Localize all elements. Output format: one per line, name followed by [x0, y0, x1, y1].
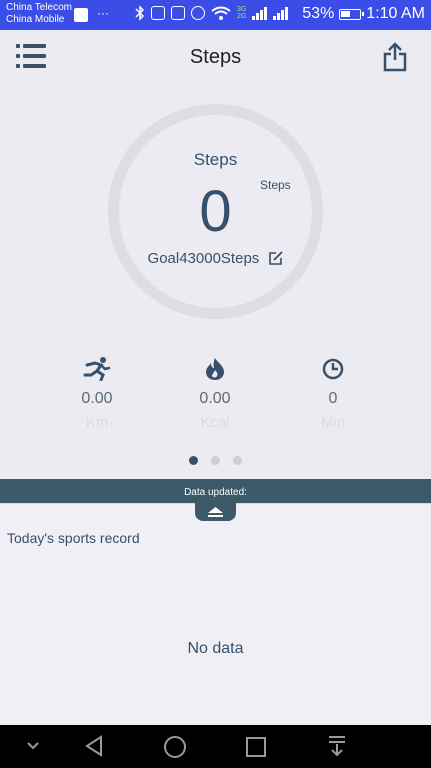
- back-icon[interactable]: [84, 735, 104, 757]
- distance-value: 0.00: [81, 390, 113, 407]
- steps-ring: Steps 0 Steps Goal43000Steps: [108, 104, 323, 319]
- carrier-1: China Telecom: [6, 2, 72, 13]
- ring-title: Steps: [193, 150, 238, 169]
- page-dot-1[interactable]: [189, 456, 198, 465]
- status-right: 53% 1:10 AM: [302, 5, 425, 23]
- data-updated-banner: Data updated:: [0, 479, 431, 503]
- more-notifications: ···: [97, 6, 109, 20]
- clock-time: 1:10 AM: [366, 5, 425, 22]
- share-icon[interactable]: [383, 42, 407, 72]
- page-dot-3[interactable]: [233, 456, 242, 465]
- goal-row[interactable]: Goal43000Steps: [108, 250, 323, 267]
- records-title: Today's sports record: [7, 530, 140, 546]
- sports-record-panel: Today's sports record No data: [0, 503, 431, 725]
- carrier-names: China Telecom China Mobile: [6, 2, 72, 26]
- home-icon[interactable]: [163, 735, 187, 759]
- calories-unit: Kcal: [200, 414, 230, 431]
- status-bar: China Telecom China Mobile ··· 3G 2G 53%…: [0, 0, 431, 30]
- duration-unit: Min: [320, 414, 346, 431]
- recents-icon[interactable]: [246, 737, 266, 757]
- flame-icon: [206, 358, 224, 380]
- goal-label: Goal43000Steps: [147, 250, 260, 267]
- edit-icon[interactable]: [269, 251, 284, 265]
- duration-value: 0: [328, 390, 338, 407]
- steps-count: 0: [199, 179, 232, 244]
- stats-row: 0.00 Km 0.00 Kcal 0 Min: [0, 356, 431, 436]
- calories-value: 0.00: [199, 390, 231, 407]
- stat-calories: 0.00 Kcal: [165, 356, 265, 431]
- battery-icon: [339, 8, 365, 20]
- nfc-icon: [151, 6, 165, 20]
- clock-icon: [322, 358, 344, 380]
- empty-state: No data: [187, 640, 244, 657]
- expand-handle[interactable]: [195, 503, 236, 521]
- alarm-icon: [191, 6, 205, 20]
- steps-unit: Steps: [260, 178, 291, 192]
- signal-2-icon: [273, 6, 289, 20]
- distance-unit: Km: [85, 414, 109, 431]
- network-type-1: 3G: [237, 6, 247, 13]
- stat-duration: 0 Min: [283, 356, 383, 431]
- page-title: Steps: [189, 46, 242, 68]
- page-dot-2[interactable]: [211, 456, 220, 465]
- signal-1-icon: [252, 6, 268, 20]
- stat-distance: 0.00 Km: [47, 356, 147, 431]
- eject-icon: [208, 507, 223, 517]
- wifi-icon: [211, 6, 231, 20]
- system-nav-bar: [0, 725, 431, 768]
- network-type: 3G 2G: [237, 6, 246, 20]
- bluetooth-icon: [135, 5, 145, 21]
- app-bar: Steps: [0, 30, 431, 86]
- notification-pull-icon[interactable]: [328, 735, 346, 757]
- network-type-2: 2G: [237, 13, 247, 20]
- app-notification-icon: [74, 8, 88, 22]
- page-indicator: [0, 456, 431, 465]
- rotation-icon: [171, 6, 185, 20]
- system-icons: 3G 2G: [135, 5, 289, 21]
- running-icon: [83, 357, 111, 381]
- battery-percent: 53%: [302, 5, 335, 22]
- chevron-down-icon[interactable]: [26, 741, 40, 751]
- carrier-2: China Mobile: [6, 14, 65, 25]
- data-updated-label: Data updated:: [184, 487, 247, 498]
